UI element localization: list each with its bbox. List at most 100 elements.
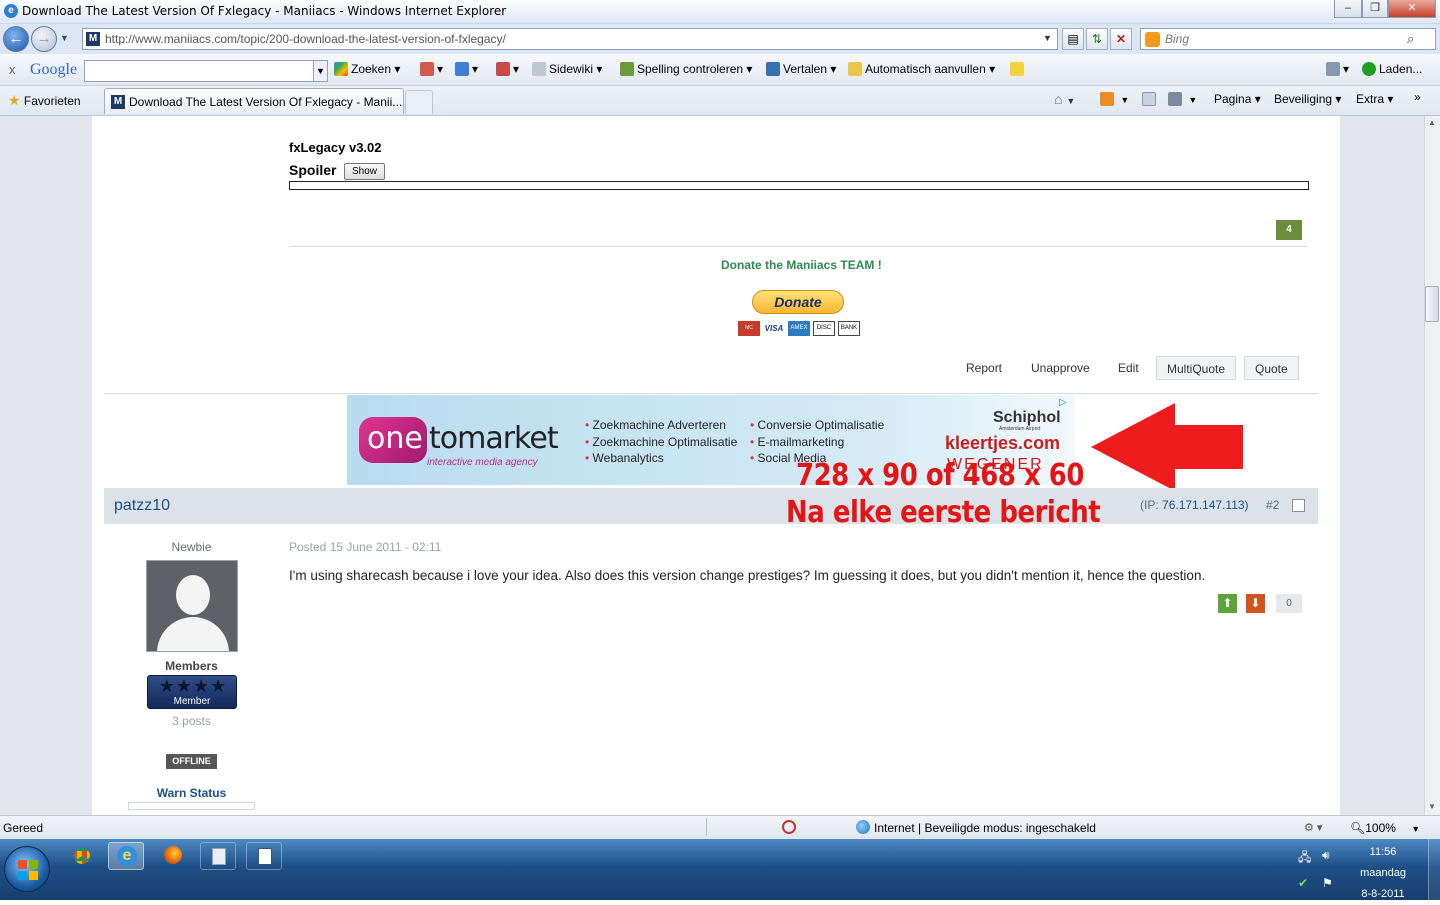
action-center-flag-icon[interactable]: ⚑: [1322, 876, 1333, 890]
address-bar[interactable]: M http://www.maniiacs.com/topic/200-down…: [82, 28, 1058, 50]
extra-menu[interactable]: Extra ▾: [1356, 92, 1393, 106]
compatibility-icon[interactable]: ▤: [1062, 28, 1084, 50]
ad-services-left: • Zoekmachine Adverteren • Zoekmachine O…: [585, 417, 737, 467]
explorer-taskbar-icon[interactable]: [200, 842, 236, 870]
favorieten-label: Favorieten: [23, 94, 81, 108]
avatar[interactable]: [146, 560, 238, 652]
stop-icon[interactable]: ✕: [1110, 28, 1132, 50]
post-select-checkbox[interactable]: [1292, 499, 1305, 512]
notepad-icon: [258, 848, 272, 865]
zoeken-button[interactable]: Zoeken ▾: [334, 62, 400, 76]
sidewiki-button[interactable]: Sidewiki ▾: [532, 62, 602, 76]
popup-blocker-button[interactable]: ▾: [496, 62, 519, 76]
ad-service-label: Conversie Optimalisatie: [757, 418, 885, 432]
unapprove-button[interactable]: Unapprove: [1021, 356, 1100, 380]
rep-down-icon[interactable]: ⬇: [1246, 594, 1265, 613]
refresh-icon[interactable]: ⇅: [1086, 28, 1108, 50]
warn-status-label[interactable]: Warn Status: [104, 786, 279, 800]
address-url[interactable]: http://www.maniiacs.com/topic/200-downlo…: [105, 32, 506, 46]
overflow-chevron-icon[interactable]: »: [1414, 90, 1421, 104]
scrollbar-thumb[interactable]: [1425, 286, 1439, 322]
donate-button[interactable]: Donate: [752, 290, 844, 314]
share-button[interactable]: ▾: [420, 62, 443, 76]
post-number[interactable]: #2: [1266, 498, 1279, 512]
visa-icon: VISA: [763, 321, 785, 336]
pagina-menu[interactable]: Pagina ▾: [1214, 92, 1261, 106]
new-tab-button[interactable]: [405, 90, 433, 114]
ip-value[interactable]: 76.171.147.113): [1162, 498, 1249, 512]
ad-client-schiphol: Schiphol: [993, 409, 1061, 426]
member-badge-label: Member: [173, 696, 211, 707]
beveiliging-menu[interactable]: Beveiliging ▾: [1274, 92, 1341, 106]
scroll-up-icon[interactable]: ▲: [1428, 118, 1436, 127]
loading-indicator[interactable]: Laden...: [1362, 62, 1422, 76]
plus-button[interactable]: ▾: [455, 62, 478, 76]
search-box[interactable]: Bing ⌕: [1140, 28, 1436, 50]
network-tray-icon[interactable]: 🖧︎: [1298, 848, 1311, 869]
plus-icon: [455, 62, 469, 76]
popup-blocker-icon: [496, 62, 510, 76]
vertical-scrollbar[interactable]: ▲ ▼: [1424, 116, 1440, 815]
toolbar-close-icon[interactable]: x: [9, 62, 16, 77]
history-dropdown-icon[interactable]: ▼: [60, 33, 69, 43]
spoiler-show-button[interactable]: Show: [344, 163, 386, 180]
star-icon: ★: [8, 92, 21, 108]
tab-title: Download The Latest Version Of Fxlegacy …: [129, 95, 403, 109]
multiquote-button[interactable]: MultiQuote: [1156, 356, 1237, 380]
sidewiki-icon: [532, 62, 546, 76]
reputation-badge[interactable]: 4: [1276, 220, 1302, 240]
maximize-button[interactable]: ❐: [1362, 0, 1388, 18]
close-button[interactable]: ✕: [1388, 0, 1436, 18]
google-search-dropdown-icon[interactable]: ▼: [313, 61, 327, 81]
rss-icon: [1100, 92, 1114, 106]
security-zone[interactable]: Internet | Beveiligde modus: ingeschakel…: [874, 821, 1096, 835]
phishing-filter-icon[interactable]: [782, 820, 796, 834]
show-desktop-button[interactable]: [1428, 839, 1440, 900]
volume-tray-icon[interactable]: 🔊︎: [1322, 848, 1330, 863]
highlighter-icon: [1010, 62, 1024, 76]
search-icon[interactable]: ⌕: [1407, 31, 1414, 47]
spoiler-label: Spoiler: [289, 162, 337, 178]
status-text: Gereed: [3, 821, 44, 835]
address-dropdown-icon[interactable]: ▼: [1043, 33, 1052, 43]
clock[interactable]: 11:56 maandag 8-8-2011: [1348, 842, 1418, 905]
autofill-button[interactable]: Automatisch aanvullen ▾: [848, 62, 995, 76]
home-icon[interactable]: ⌂ ▼: [1054, 91, 1075, 107]
report-button[interactable]: Report: [956, 356, 1012, 380]
start-button[interactable]: [4, 846, 50, 892]
update-tray-icon[interactable]: ✔: [1298, 876, 1308, 890]
firefox-taskbar-icon[interactable]: [154, 842, 190, 870]
print-button[interactable]: ▼: [1168, 92, 1197, 106]
browser-tab[interactable]: M Download The Latest Version Of Fxlegac…: [104, 88, 404, 114]
post-author-name[interactable]: patzz10: [114, 497, 170, 515]
google-toolbar: x Google ▼ Zoeken ▾ ▾ ▾ ▾ Sidewiki ▾ Spe…: [0, 54, 1440, 86]
internet-explorer-icon: e: [117, 846, 137, 866]
document-icon: [212, 848, 226, 865]
forward-button[interactable]: →: [31, 26, 57, 52]
chrome-taskbar-icon[interactable]: [64, 842, 100, 870]
edit-button[interactable]: Edit: [1108, 356, 1149, 380]
adchoices-icon[interactable]: ▷: [1059, 397, 1073, 409]
highlight-button[interactable]: [1010, 62, 1027, 76]
minimize-button[interactable]: ‒: [1334, 0, 1362, 18]
spelling-button[interactable]: Spelling controleren ▾: [620, 62, 752, 76]
ie-taskbar-icon[interactable]: e: [108, 842, 144, 870]
back-button[interactable]: ←: [3, 26, 29, 52]
title-bar: e Download The Latest Version Of Fxlegac…: [0, 0, 1440, 24]
post-author-bar: patzz10 (IP: 76.171.147.113) #2: [104, 488, 1318, 524]
quote-button[interactable]: Quote: [1244, 356, 1299, 380]
scroll-down-icon[interactable]: ▼: [1428, 802, 1436, 811]
search-placeholder[interactable]: Bing: [1165, 32, 1189, 46]
mail-button[interactable]: [1142, 92, 1159, 106]
feeds-button[interactable]: ▼: [1100, 92, 1129, 106]
ad-bullet-icon: •: [750, 451, 755, 465]
google-search-input[interactable]: ▼: [84, 60, 328, 82]
protected-mode-icon[interactable]: ⚙ ▾: [1304, 821, 1322, 834]
vertalen-button[interactable]: Vertalen ▾: [766, 62, 836, 76]
autofill-icon: [848, 62, 862, 76]
rep-up-icon[interactable]: ⬆: [1218, 594, 1237, 613]
app-taskbar-icon[interactable]: [246, 842, 282, 870]
zoom-level[interactable]: 🔍︎100% ▼: [1350, 821, 1420, 835]
favorieten-button[interactable]: ★ Favorieten: [8, 92, 81, 109]
settings-button[interactable]: ▾: [1326, 62, 1349, 76]
